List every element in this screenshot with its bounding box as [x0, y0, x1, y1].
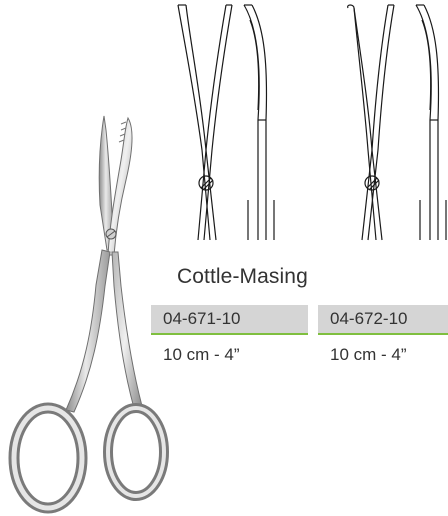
article-code-1: 04-671-10 [151, 305, 308, 335]
drawing-side-view-1 [243, 4, 275, 240]
drawing-front-view-2 [347, 4, 395, 241]
scissors-photo [8, 115, 169, 514]
drawing-front-view-1 [177, 4, 233, 241]
size-label-1: 10 cm - 4” [163, 345, 240, 364]
scissors-line-drawings [177, 4, 447, 241]
size-label-2: 10 cm - 4” [330, 345, 407, 364]
article-code-2: 04-672-10 [318, 305, 448, 335]
product-name: Cottle-Masing [177, 265, 308, 288]
drawing-side-view-2 [415, 4, 447, 240]
